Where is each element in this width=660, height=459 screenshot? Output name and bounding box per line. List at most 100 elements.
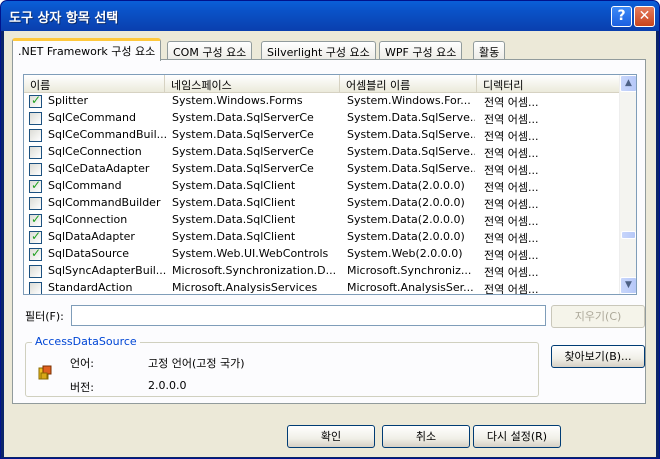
row-name: SqlCeCommand bbox=[48, 111, 137, 124]
column-header-assembly[interactable]: 어셈블리 이름 bbox=[340, 75, 477, 93]
dialog-window: 도구 상자 항목 선택 ? ✕ .NET Framework 구성 요소 COM… bbox=[0, 0, 660, 459]
version-label: 버전: bbox=[70, 381, 94, 394]
row-checkbox[interactable] bbox=[29, 178, 42, 193]
row-checkbox[interactable] bbox=[29, 265, 42, 278]
row-namespace: Microsoft.Synchronization.D... bbox=[172, 264, 337, 277]
row-checkbox[interactable] bbox=[29, 282, 42, 294]
row-checkbox[interactable] bbox=[29, 163, 42, 176]
details-group: AccessDataSource 언어: 고정 언어(고정 국가) 버전: 2.… bbox=[25, 335, 539, 397]
row-checkbox[interactable] bbox=[29, 246, 42, 261]
row-name: StandardAction bbox=[48, 281, 133, 294]
row-checkbox[interactable] bbox=[29, 112, 42, 125]
component-icon bbox=[38, 365, 52, 380]
row-name: SqlCeConnection bbox=[48, 145, 142, 158]
close-button[interactable]: ✕ bbox=[634, 6, 655, 27]
vertical-scrollbar[interactable]: ▲ ▼ bbox=[619, 75, 636, 294]
row-directory: 전역 어셈... bbox=[484, 198, 539, 211]
tab-net-framework[interactable]: .NET Framework 구성 요소 bbox=[12, 38, 162, 61]
row-assembly: System.Data(2.0.0.0) bbox=[347, 230, 465, 243]
cancel-button[interactable]: 취소 bbox=[382, 425, 470, 448]
row-checkbox[interactable] bbox=[29, 93, 42, 108]
row-name: SqlSyncAdapterBuil... bbox=[48, 264, 167, 277]
row-name: SqlConnection bbox=[48, 213, 128, 226]
table-row[interactable]: SqlConnection System.Data.SqlClient System… bbox=[24, 212, 620, 229]
row-name: SqlDataSource bbox=[48, 247, 130, 260]
component-list[interactable]: 이름 네임스페이스 어셈블리 이름 디렉터리 Splitter System.Wi… bbox=[23, 74, 637, 295]
table-row[interactable]: StandardAction Microsoft.AnalysisServices… bbox=[24, 280, 620, 295]
table-row[interactable]: SqlSyncAdapterBuil... Microsoft.Synchroni… bbox=[24, 263, 620, 280]
window-title: 도구 상자 항목 선택 bbox=[9, 11, 119, 26]
table-row[interactable]: SqlCeDataAdapter System.Data.SqlServerCe S… bbox=[24, 161, 620, 178]
row-namespace: System.Data.SqlClient bbox=[172, 213, 296, 226]
row-namespace: System.Data.SqlClient bbox=[172, 179, 296, 192]
row-checkbox[interactable] bbox=[29, 229, 42, 244]
row-directory: 전역 어셈... bbox=[484, 181, 539, 194]
row-name: SqlCommandBuilder bbox=[48, 196, 161, 209]
scroll-thumb[interactable] bbox=[621, 231, 636, 239]
reset-button[interactable]: 다시 설정(R) bbox=[473, 425, 561, 448]
row-name: SqlCeCommandBuil... bbox=[48, 128, 168, 141]
scroll-down-icon[interactable]: ▼ bbox=[620, 277, 636, 294]
title-bar: 도구 상자 항목 선택 ? ✕ bbox=[1, 1, 659, 31]
column-header-namespace[interactable]: 네임스페이스 bbox=[165, 75, 340, 93]
tab-com[interactable]: COM 구성 요소 bbox=[167, 41, 253, 60]
browse-button[interactable]: 찾아보기(B)... bbox=[551, 345, 645, 368]
row-namespace: System.Data.SqlClient bbox=[172, 230, 296, 243]
row-name: SqlDataAdapter bbox=[48, 230, 135, 243]
table-row[interactable]: SqlCeConnection System.Data.SqlServerCe Sy… bbox=[24, 144, 620, 161]
row-directory: 전역 어셈... bbox=[484, 130, 539, 143]
row-assembly: System.Data.SqlServe... bbox=[347, 145, 475, 158]
version-value: 2.0.0.0 bbox=[148, 379, 187, 392]
table-row[interactable]: SqlCommand System.Data.SqlClient System.Da… bbox=[24, 178, 620, 195]
table-row[interactable]: SqlDataAdapter System.Data.SqlClient Syste… bbox=[24, 229, 620, 246]
row-directory: 전역 어셈... bbox=[484, 96, 539, 109]
row-checkbox[interactable] bbox=[29, 146, 42, 159]
tab-panel: 이름 네임스페이스 어셈블리 이름 디렉터리 Splitter System.Wi… bbox=[12, 59, 646, 404]
row-assembly: System.Web(2.0.0.0) bbox=[347, 247, 463, 260]
tab-activities[interactable]: 활동 bbox=[473, 41, 506, 60]
table-row[interactable]: SqlCeCommand System.Data.SqlServerCe Syste… bbox=[24, 110, 620, 127]
row-assembly: System.Data.SqlServe... bbox=[347, 128, 475, 141]
column-header-directory[interactable]: 디렉터리 bbox=[477, 75, 620, 93]
clear-button[interactable]: 지우기(C) bbox=[551, 305, 645, 328]
dialog-body: .NET Framework 구성 요소 COM 구성 요소 Silverlig… bbox=[4, 31, 656, 457]
list-header: 이름 네임스페이스 어셈블리 이름 디렉터리 bbox=[24, 75, 620, 93]
row-assembly: Microsoft.Synchroniz... bbox=[347, 264, 472, 277]
row-checkbox[interactable] bbox=[29, 197, 42, 210]
row-assembly: System.Data.SqlServe... bbox=[347, 111, 475, 124]
row-namespace: System.Data.SqlServerCe bbox=[172, 111, 314, 124]
row-directory: 전역 어셈... bbox=[484, 232, 539, 245]
filter-label: 필터(F): bbox=[25, 310, 64, 323]
group-title: AccessDataSource bbox=[32, 335, 140, 348]
help-button[interactable]: ? bbox=[611, 6, 632, 27]
row-namespace: System.Windows.Forms bbox=[172, 94, 303, 107]
row-directory: 전역 어셈... bbox=[484, 147, 539, 160]
row-assembly: System.Data(2.0.0.0) bbox=[347, 179, 465, 192]
row-assembly: System.Data.SqlServe... bbox=[347, 162, 475, 175]
row-namespace: System.Data.SqlClient bbox=[172, 196, 296, 209]
row-assembly: System.Data(2.0.0.0) bbox=[347, 213, 465, 226]
row-name: SqlCeDataAdapter bbox=[48, 162, 150, 175]
row-namespace: Microsoft.AnalysisServices bbox=[172, 281, 318, 294]
row-checkbox[interactable] bbox=[29, 129, 42, 142]
tab-wpf[interactable]: WPF 구성 요소 bbox=[379, 41, 463, 60]
row-directory: 전역 어셈... bbox=[484, 266, 539, 279]
row-checkbox[interactable] bbox=[29, 212, 42, 227]
table-row[interactable]: SqlCeCommandBuil... System.Data.SqlServer… bbox=[24, 127, 620, 144]
filter-input[interactable] bbox=[71, 305, 546, 326]
tab-silverlight[interactable]: Silverlight 구성 요소 bbox=[261, 41, 376, 60]
row-directory: 전역 어셈... bbox=[484, 215, 539, 228]
row-directory: 전역 어셈... bbox=[484, 164, 539, 177]
row-namespace: System.Data.SqlServerCe bbox=[172, 145, 314, 158]
column-header-name[interactable]: 이름 bbox=[24, 75, 165, 93]
ok-button[interactable]: 확인 bbox=[287, 425, 375, 448]
table-row[interactable]: Splitter System.Windows.Forms System.Windo… bbox=[24, 93, 620, 110]
row-namespace: System.Data.SqlServerCe bbox=[172, 128, 314, 141]
language-label: 언어: bbox=[70, 357, 94, 370]
table-row[interactable]: SqlCommandBuilder System.Data.SqlClient Sy… bbox=[24, 195, 620, 212]
row-directory: 전역 어셈... bbox=[484, 113, 539, 126]
row-directory: 전역 어셈... bbox=[484, 283, 539, 295]
table-row[interactable]: SqlDataSource System.Web.UI.WebControls Sy… bbox=[24, 246, 620, 263]
language-value: 고정 언어(고정 국가) bbox=[148, 357, 245, 370]
scroll-up-icon[interactable]: ▲ bbox=[620, 75, 636, 92]
